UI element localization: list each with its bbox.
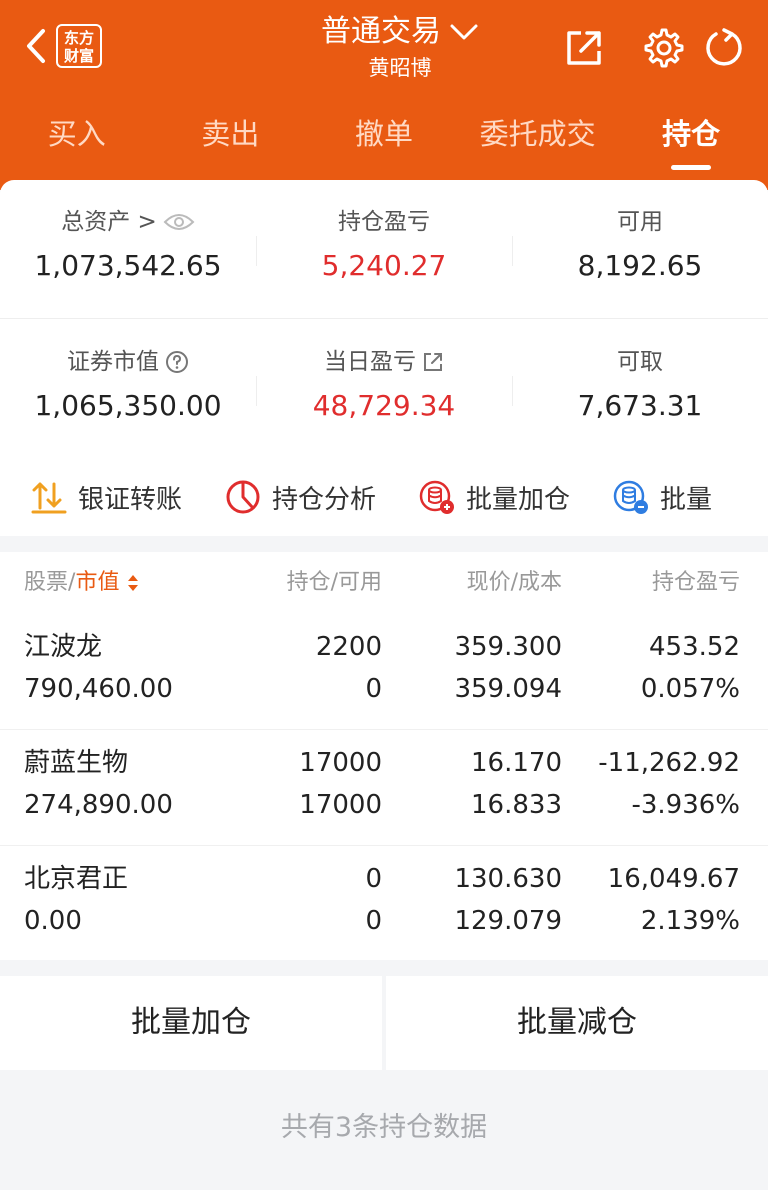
total-assets[interactable]: 总资产 > 1,073,542.65 [0,204,256,286]
pnl-percent: 2.139% [640,906,740,936]
position-pnl-label: 持仓盈亏 [338,209,430,235]
market-value: 0.00 [24,906,82,936]
eye-icon[interactable] [163,212,195,232]
batch-add-icon [419,480,455,514]
gear-icon [644,28,684,68]
pnl-percent: -3.936% [631,790,740,820]
batch-add-button[interactable]: 批量加仓 [0,976,382,1070]
chevron-left-icon [27,29,45,63]
header-pnl: 持仓盈亏 [651,570,740,595]
position-qty: 17000 [299,748,382,778]
current-price: 130.630 [454,864,562,894]
available-qty: 0 [365,906,382,936]
stock-name: 北京君正 [24,864,129,894]
stock-name: 蔚蓝生物 [24,748,129,778]
table-header: 股票/市值 持仓/可用 现价/成本 持仓盈亏 [0,552,768,614]
market-value: 790,460.00 [24,674,173,704]
tab-positions[interactable]: 持仓 [614,108,768,170]
share-icon [567,31,601,65]
sort-by-market-value[interactable]: 股票/市值 [24,566,140,600]
batch-add-action[interactable]: 批量加仓 [418,478,570,516]
cost-price: 129.079 [454,906,562,936]
pie-chart-icon [226,480,260,514]
table-row[interactable]: 北京君正 0.00 0 0 130.630 129.079 16,049.67 … [0,846,768,962]
batch-icon [613,480,649,514]
available-funds: 可用 8,192.65 [512,204,768,286]
refresh-icon [706,28,742,66]
chevron-down-icon [450,24,478,40]
stock-name: 江波龙 [24,632,103,662]
share-button[interactable] [560,24,608,72]
securities-value: 1,065,350.00 [34,389,222,422]
available-value: 8,192.65 [577,249,703,282]
page-title: 普通交易 [321,14,441,49]
account-name: 黄昭博 [368,56,432,80]
daily-pnl[interactable]: 当日盈亏 48,729.34 [256,344,512,426]
withdrawable-funds: 可取 7,673.31 [512,344,768,426]
position-analysis-button[interactable]: 持仓分析 [224,478,376,516]
account-switcher[interactable]: 普通交易 黄昭博 [300,12,500,82]
assets-summary: 总资产 > 1,073,542.65 持仓盈亏 5,240.27 可用 8,19… [0,180,768,536]
pnl-amount: 453.52 [649,632,740,662]
divider [0,318,768,319]
batch-buttons: 批量加仓 批量减仓 [0,976,768,1070]
cost-price: 16.833 [471,790,562,820]
tab-sell[interactable]: 卖出 [154,108,308,168]
position-qty: 0 [365,864,382,894]
total-assets-value: 1,073,542.65 [34,249,222,282]
quick-actions: 银证转账 持仓分析 批量加仓 批量 [0,472,768,522]
sort-icon [128,575,139,591]
current-price: 359.300 [454,632,562,662]
header-position: 持仓/可用 [286,570,382,595]
transfer-icon [31,482,67,514]
withdrawable-label: 可取 [617,349,663,375]
tab-buy[interactable]: 买入 [0,108,154,168]
available-label: 可用 [617,209,663,235]
settings-button[interactable] [638,24,686,72]
cost-price: 359.094 [454,674,562,704]
trade-tabs: 买入 卖出 撤单 委托成交 持仓 [0,108,768,170]
external-link-icon [424,353,442,371]
market-value: 274,890.00 [24,790,173,820]
tab-orders-trades[interactable]: 委托成交 [461,108,615,168]
header-price: 现价/成本 [466,570,562,595]
position-pnl: 持仓盈亏 5,240.27 [256,204,512,286]
positions-table: 股票/市值 持仓/可用 现价/成本 持仓盈亏 江波龙 790,460.00 22… [0,552,768,960]
position-count-note: 共有3条持仓数据 [280,1112,488,1143]
bank-transfer-button[interactable]: 银证转账 [30,478,182,516]
pnl-amount: -11,262.92 [598,748,740,778]
top-bar: 东方 财富 普通交易 黄昭博 买入 卖出 撤单 委托成交 持仓 [0,0,768,190]
available-qty: 0 [365,674,382,704]
securities-value-label: 证券市值 [67,349,159,375]
withdrawable-value: 7,673.31 [577,389,703,422]
back-button[interactable] [16,24,56,68]
securities-market-value: 证券市值 1,065,350.00 [0,344,256,426]
batch-action[interactable]: 批量 [612,478,712,516]
tab-cancel-order[interactable]: 撤单 [307,108,461,168]
daily-pnl-label: 当日盈亏 [324,349,416,375]
pnl-percent: 0.057% [640,674,740,704]
batch-reduce-button[interactable]: 批量减仓 [386,976,768,1070]
total-assets-label: 总资产 > [61,209,157,235]
position-pnl-value: 5,240.27 [321,249,447,282]
table-row[interactable]: 蔚蓝生物 274,890.00 17000 17000 16.170 16.83… [0,730,768,846]
current-price: 16.170 [471,748,562,778]
help-icon[interactable] [165,350,189,374]
position-qty: 2200 [315,632,382,662]
refresh-button[interactable] [700,24,748,72]
available-qty: 17000 [299,790,382,820]
table-row[interactable]: 江波龙 790,460.00 2200 0 359.300 359.094 45… [0,614,768,730]
pnl-amount: 16,049.67 [607,864,740,894]
app-logo: 东方 财富 [56,24,102,68]
daily-pnl-value: 48,729.34 [312,389,456,422]
